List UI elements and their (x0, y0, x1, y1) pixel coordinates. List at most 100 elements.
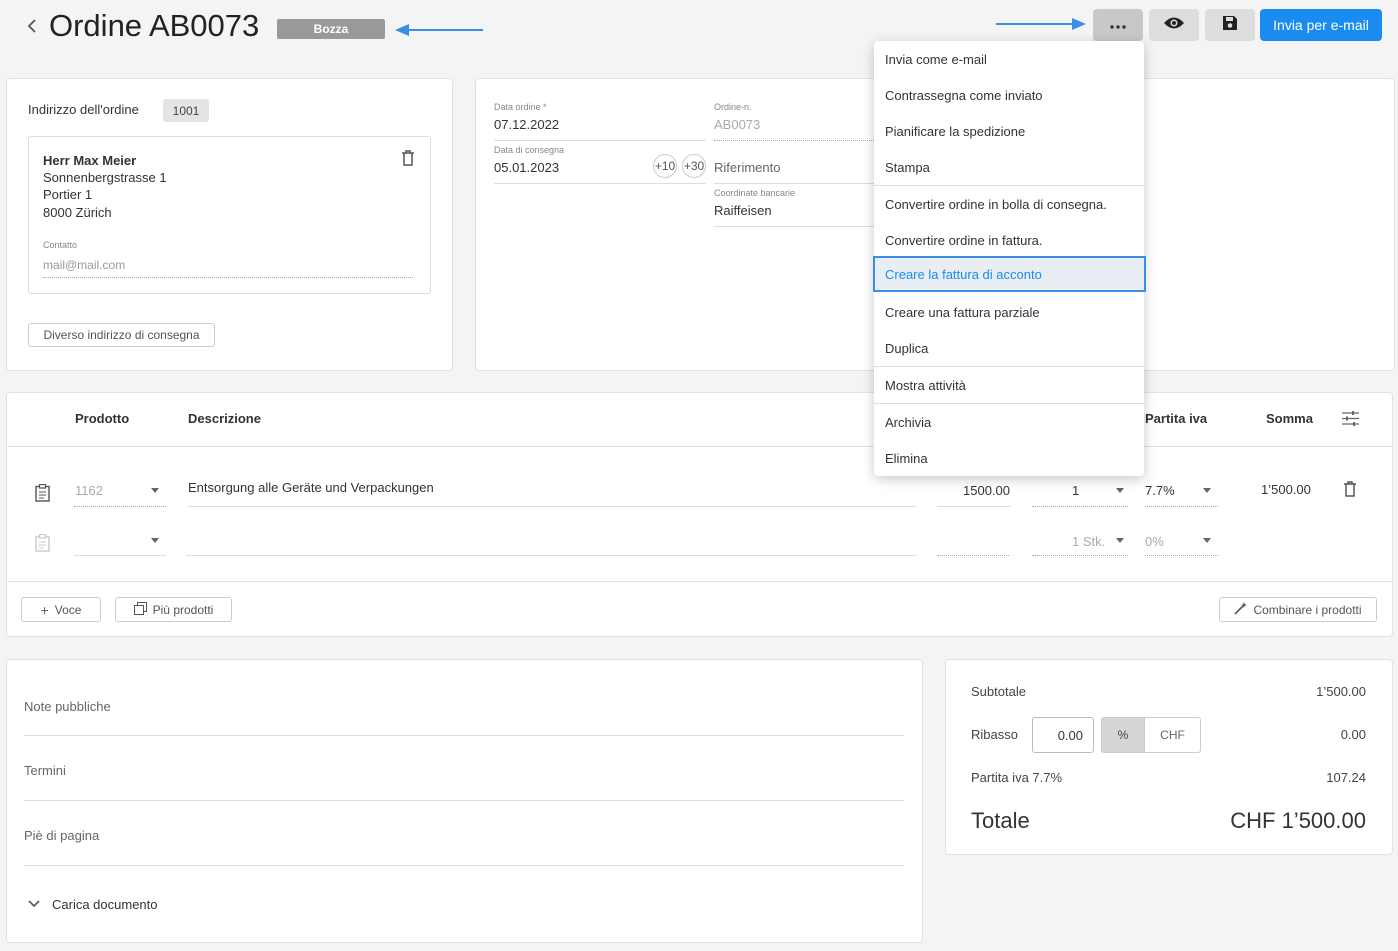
price-field-empty[interactable] (937, 531, 1009, 556)
chevron-down-icon (1116, 488, 1124, 493)
delete-address-icon[interactable] (401, 150, 415, 171)
total-label: Totale (971, 808, 1030, 833)
clipboard-icon[interactable] (35, 483, 50, 507)
vat-select[interactable]: 7.7% (1145, 480, 1218, 507)
contact-value: mail@mail.com (43, 258, 126, 272)
add-item-button[interactable]: + Voce (21, 597, 101, 622)
copy-icon (133, 601, 147, 618)
save-button[interactable] (1205, 9, 1255, 41)
bank-value: Raiffeisen (714, 203, 772, 218)
header-vat: Partita iva (1145, 411, 1208, 426)
description-value: Entsorgung alle Geräte und Verpackungen (188, 480, 434, 495)
price-value: 1500.00 (963, 483, 1010, 498)
upload-document-label: Carica documento (52, 896, 158, 912)
menu-item-convert-invoice[interactable]: Convertire ordine in fattura. (874, 222, 1144, 258)
more-products-button[interactable]: Più prodotti (115, 597, 232, 622)
preview-button[interactable] (1149, 9, 1199, 41)
menu-item-delete[interactable]: Elimina (874, 440, 1144, 476)
menu-item-convert-delivery-note[interactable]: Convertire ordine in bolla di consegna. (874, 186, 1144, 222)
annotation-arrow-right (996, 23, 1076, 25)
quantity-field-empty[interactable]: 1 Stk. (1032, 531, 1128, 556)
order-date-label: Data ordine * (494, 102, 547, 112)
combine-products-label: Combinare i prodotti (1253, 602, 1362, 617)
terms-field[interactable]: Termini (24, 763, 66, 778)
menu-item-duplicate[interactable]: Duplica (874, 330, 1144, 366)
address-line2: Portier 1 (43, 187, 93, 202)
table-footer-divider (6, 581, 1393, 582)
clipboard-icon (35, 533, 50, 557)
bank-field[interactable]: Raiffeisen (714, 203, 874, 227)
menu-item-mark-sent[interactable]: Contrassegna come inviato (874, 77, 1144, 113)
quantity-unit: 1 Stk. (1072, 534, 1106, 549)
menu-item-schedule-shipping[interactable]: Pianificare la spedizione (874, 113, 1144, 149)
chevron-down-icon (1203, 538, 1211, 543)
order-number-value: AB0073 (714, 117, 761, 132)
bank-label: Coordinate bancarie (714, 188, 796, 198)
plus-icon: + (40, 601, 49, 618)
plus-10-days-button[interactable]: +10 (653, 154, 677, 178)
chevron-down-icon (151, 538, 159, 543)
city-line: 8000 Zürich (43, 205, 112, 220)
vat-label: Partita iva 7.7% (971, 770, 1063, 785)
vat-select-empty[interactable]: 0% (1145, 531, 1218, 556)
more-actions-menu: Invia come e-mail Contrassegna come invi… (873, 41, 1146, 476)
description-field-empty[interactable] (186, 531, 917, 556)
column-settings-icon[interactable] (1342, 411, 1359, 431)
product-select[interactable]: 1162 (74, 480, 166, 507)
chevron-down-icon (1116, 538, 1124, 543)
vat-value-empty: 0% (1145, 534, 1164, 549)
delete-row-icon[interactable] (1343, 481, 1357, 502)
product-select-empty[interactable] (74, 531, 166, 556)
product-value: 1162 (75, 483, 103, 498)
contact-field[interactable]: mail@mail.com (43, 256, 413, 278)
page-title: Ordine AB0073 (49, 8, 260, 43)
plus-30-days-button[interactable]: +30 (682, 154, 706, 178)
floppy-disk-icon (1222, 15, 1238, 36)
delivery-address-button[interactable]: Diverso indirizzo di consegna (28, 323, 215, 347)
menu-item-send-email[interactable]: Invia come e-mail (874, 41, 1144, 77)
send-email-button[interactable]: Invia per e-mail (1260, 9, 1382, 41)
magic-wand-icon (1234, 601, 1248, 618)
vat-value: 107.24 (1326, 770, 1366, 785)
order-date-field[interactable]: 07.12.2022 (494, 117, 706, 141)
menu-item-create-deposit-invoice[interactable]: Creare la fattura di acconto (873, 256, 1146, 292)
terms-divider (24, 800, 904, 801)
order-number-field[interactable]: AB0073 (714, 117, 874, 141)
upload-document-toggle[interactable]: Carica documento (28, 895, 158, 913)
contact-label: Contatto (43, 240, 78, 250)
discount-label: Ribasso (971, 727, 1018, 742)
table-header-divider (6, 446, 1393, 447)
price-field[interactable]: 1500.00 (937, 480, 1011, 507)
total-value: CHF 1’500.00 (1230, 808, 1366, 833)
menu-item-archive[interactable]: Archivia (874, 404, 1144, 440)
reference-field[interactable]: Riferimento (714, 160, 874, 184)
combine-products-button[interactable]: Combinare i prodotti (1219, 597, 1377, 622)
quantity-field[interactable]: 1 (1032, 480, 1128, 507)
discount-input[interactable]: 0.00 (1032, 717, 1094, 753)
vat-value: 7.7% (1145, 483, 1175, 498)
header-product: Prodotto (75, 411, 130, 426)
order-number-label: Ordine-n. (714, 102, 752, 112)
row-sum: 1’500.00 (1261, 482, 1311, 497)
customer-number-badge: 1001 (163, 99, 209, 122)
footer-divider (24, 865, 904, 866)
reference-placeholder: Riferimento (714, 160, 781, 175)
discount-input-value: 0.00 (1057, 727, 1083, 743)
more-actions-button[interactable] (1093, 9, 1143, 41)
delivery-date-value: 05.01.2023 (494, 160, 560, 175)
add-item-label: Voce (54, 602, 82, 617)
footer-field[interactable]: Piè di pagina (24, 828, 99, 843)
subtotal-value: 1’500.00 (1316, 684, 1366, 699)
back-chevron-icon[interactable] (26, 18, 38, 39)
notes-divider (24, 735, 904, 736)
description-field[interactable]: Entsorgung alle Geräte und Verpackungen (188, 480, 916, 507)
discount-percent-toggle[interactable]: % (1101, 717, 1145, 753)
chevron-down-icon (1203, 488, 1211, 493)
discount-chf-toggle[interactable]: CHF (1144, 717, 1201, 753)
menu-item-print[interactable]: Stampa (874, 149, 1144, 185)
arrowhead-right-icon (1072, 16, 1088, 37)
street-line: Sonnenbergstrasse 1 (43, 170, 167, 185)
menu-item-create-partial-invoice[interactable]: Creare una fattura parziale (874, 294, 1144, 330)
public-notes-field[interactable]: Note pubbliche (24, 699, 111, 714)
menu-item-show-activity[interactable]: Mostra attività (874, 367, 1144, 403)
